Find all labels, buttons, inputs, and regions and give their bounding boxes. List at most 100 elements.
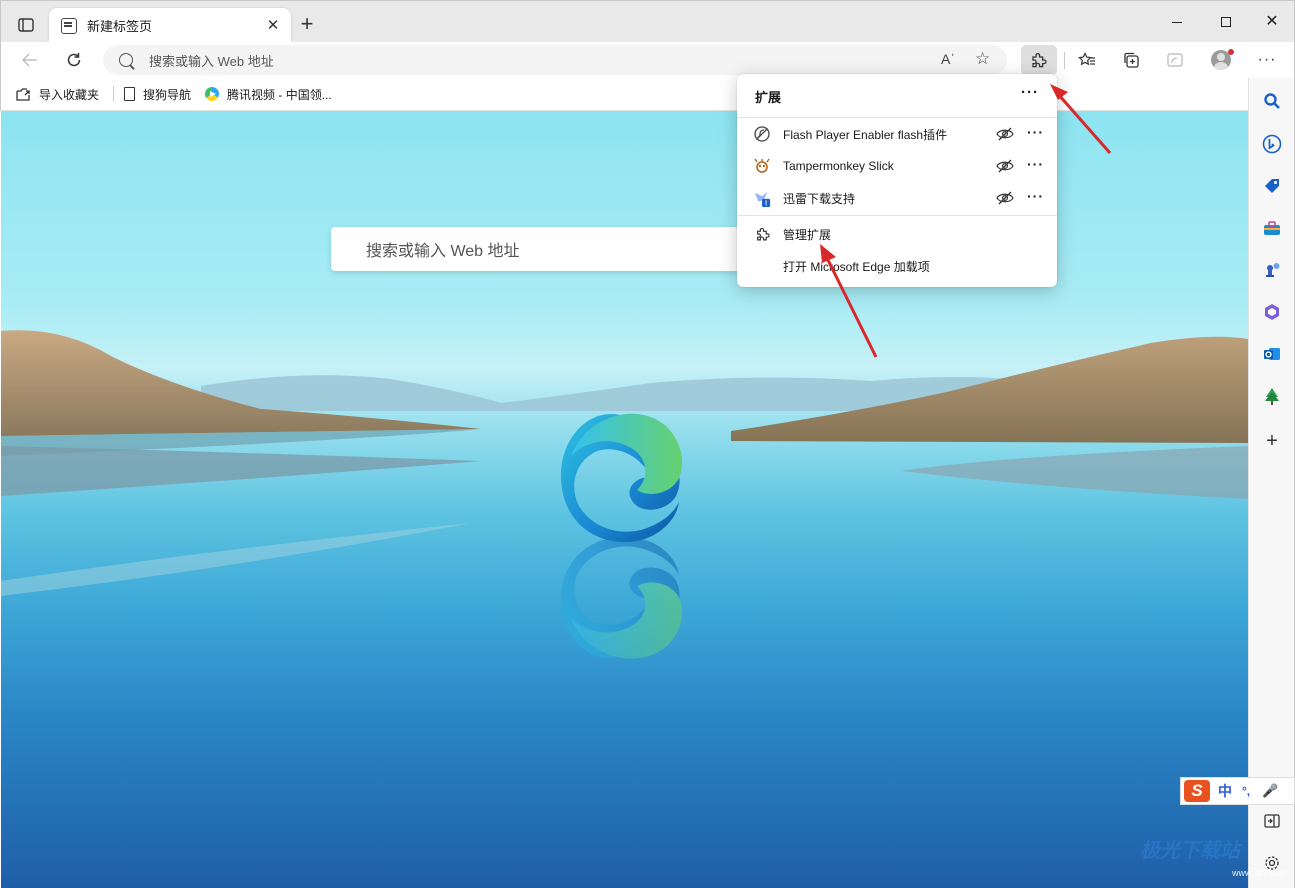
bing-icon [1262,134,1282,154]
office-icon [1265,304,1279,320]
new-tab-button[interactable]: + [295,13,319,37]
close-tab-icon[interactable]: ✕ [265,17,281,34]
tab-actions-button[interactable] [9,11,43,39]
close-icon: ✕ [1265,13,1279,30]
collections-button[interactable] [1116,45,1146,75]
minimize-button[interactable] [1154,9,1200,35]
extension-more-button[interactable]: ··· [1027,124,1044,140]
read-aloud-icon[interactable]: Aʾ [941,51,955,67]
sidebar-tree-button[interactable] [1261,385,1283,407]
sidebar-outlook-button[interactable] [1261,343,1283,365]
ime-status-bar[interactable]: S 中 °, 🎤 [1180,777,1295,805]
extensions-button[interactable] [1021,45,1057,75]
svg-text:!: ! [765,199,767,208]
toolbar-divider [1064,52,1065,69]
edge-logo-reflection [561,536,683,659]
sidebar-games-button[interactable] [1261,259,1283,281]
sidebar-shopping-button[interactable] [1261,175,1283,197]
extension-name: Tampermonkey Slick [783,159,894,173]
browser-essentials-icon [1167,53,1183,67]
maximize-icon [1221,17,1231,27]
favorites-bar: 导入收藏夹 搜狗导航 腾讯视频 - 中国领... [0,78,1295,111]
address-bar[interactable]: 搜索或输入 Web 地址 Aʾ ☆ [103,45,1007,75]
document-icon [124,87,136,101]
toolbar: 搜索或输入 Web 地址 Aʾ ☆ ··· [0,42,1295,78]
hide-from-toolbar-icon[interactable] [996,158,1014,174]
extension-more-button[interactable]: ··· [1027,188,1044,204]
extension-more-button[interactable]: ··· [1027,156,1044,172]
address-placeholder: 搜索或输入 Web 地址 [149,53,274,69]
hide-from-toolbar-icon[interactable] [996,190,1014,206]
extension-item-thunder[interactable]: ! 迅雷下载支持 ··· [737,182,1057,214]
open-edge-addons-item[interactable]: 打开 Microsoft Edge 加载项 [737,250,1057,282]
favorite-sogou-nav[interactable]: 搜狗导航 [124,82,191,106]
ime-punctuation[interactable]: °, [1242,784,1250,798]
favorite-label: 搜狗导航 [143,87,192,102]
extensions-popup: 扩展 ··· Flash Player Enabler flash插件 ··· … [737,74,1057,287]
favorite-import[interactable]: 导入收藏夹 [15,82,99,106]
back-button[interactable] [15,45,45,75]
maximize-button[interactable] [1203,9,1249,35]
extensions-popup-title: 扩展 [755,90,782,105]
new-tab-page-background: 搜索或输入 Web 地址 [1,111,1248,888]
extension-name: Flash Player Enabler flash插件 [783,127,948,142]
favorites-icon [1078,52,1095,66]
tab-strip: 新建标签页 ✕ + ✕ [0,0,1295,43]
flash-disabled-icon [753,125,771,143]
sidebar-bing-button[interactable] [1261,133,1283,155]
back-arrow-icon [22,53,37,67]
shopping-tag-icon [1265,179,1279,193]
minimize-icon [1172,21,1182,23]
extension-name: 迅雷下载支持 [783,191,856,206]
manage-extensions-label: 管理扩展 [783,227,832,242]
favorites-divider [113,86,115,102]
ntp-search-box[interactable]: 搜索或输入 Web 地址 [331,227,751,271]
favorites-button[interactable] [1072,45,1102,75]
notification-dot [1228,49,1234,55]
sidebar-add-button[interactable]: + [1261,430,1283,452]
more-icon: ··· [1257,51,1277,68]
favorite-label: 腾讯视频 - 中国领... [227,87,332,102]
sidebar-tools-button[interactable] [1261,217,1283,239]
sogou-logo-icon: S [1184,780,1210,802]
tools-icon [1264,221,1280,235]
close-window-button[interactable]: ✕ [1249,9,1295,35]
watermark-url: www.xz7.com [1232,868,1288,878]
add-icon: + [1266,429,1278,452]
extension-item-tampermonkey[interactable]: Tampermonkey Slick ··· [737,150,1057,182]
puzzle-icon [1032,53,1047,68]
tab-new-tab[interactable]: 新建标签页 ✕ [49,8,291,43]
favorite-label: 导入收藏夹 [39,87,100,102]
sidebar-hide-button[interactable] [1261,810,1283,832]
watermark: 极光下载站 [1140,840,1240,862]
profile-button[interactable] [1206,45,1236,75]
tencent-video-icon [205,87,220,101]
manage-extensions-item[interactable]: 管理扩展 [737,218,1057,250]
edge-sidebar: + [1248,78,1295,888]
settings-more-button[interactable]: ··· [1252,45,1282,75]
collections-icon [1124,52,1139,68]
edge-logo [561,413,683,543]
favorite-tencent-video[interactable]: 腾讯视频 - 中国领... [205,82,332,106]
divider [737,215,1057,216]
microphone-icon[interactable]: 🎤 [1262,783,1278,799]
refresh-icon [67,53,81,67]
new-tab-page-icon [61,17,77,34]
add-favorite-icon[interactable]: ☆ [975,49,990,69]
ntp-search-placeholder: 搜索或输入 Web 地址 [366,243,520,260]
extension-item-flash[interactable]: Flash Player Enabler flash插件 ··· [737,118,1057,150]
thunder-icon: ! [753,189,771,208]
games-icon [1266,263,1280,277]
refresh-button[interactable] [59,45,89,75]
sidebar-office-button[interactable] [1261,301,1283,323]
sidebar-search-button[interactable] [1261,90,1283,112]
search-icon [119,53,133,67]
hide-from-toolbar-icon[interactable] [996,126,1014,142]
extensions-popup-more-button[interactable]: ··· [1021,84,1039,101]
search-icon [1264,93,1280,109]
performance-button[interactable] [1160,45,1190,75]
ime-mode[interactable]: 中 [1218,781,1232,801]
tampermonkey-icon [753,157,771,175]
outlook-icon [1264,348,1280,360]
panel-icon [1264,814,1280,828]
